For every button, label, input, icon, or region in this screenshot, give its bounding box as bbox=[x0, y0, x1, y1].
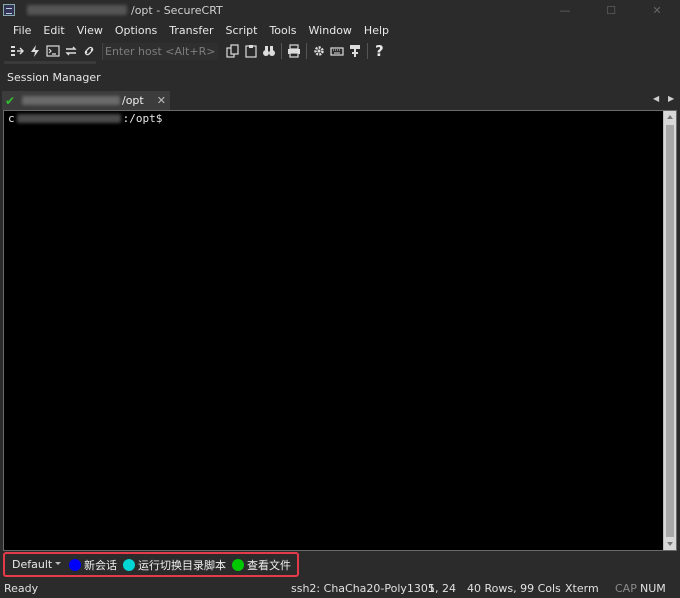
quick-connect-icon[interactable] bbox=[26, 42, 44, 60]
print-icon[interactable] bbox=[285, 42, 303, 60]
sftp-icon[interactable] bbox=[346, 42, 364, 60]
menu-window[interactable]: Window bbox=[303, 24, 358, 37]
button-bar: Default 新会话 运行切换目录脚本 查看文件 bbox=[3, 552, 299, 577]
close-button[interactable]: ✕ bbox=[634, 0, 680, 20]
menu-edit[interactable]: Edit bbox=[37, 24, 70, 37]
toolbar-grip[interactable] bbox=[4, 61, 96, 64]
status-terminal-size: 40 Rows, 99 Cols bbox=[467, 582, 561, 595]
toolbar-separator bbox=[306, 43, 307, 59]
session-manager-label[interactable]: Session Manager bbox=[7, 71, 101, 84]
chevron-down-icon bbox=[55, 562, 61, 565]
menu-options[interactable]: Options bbox=[109, 24, 163, 37]
terminal-prompt: c :/opt$ bbox=[8, 112, 162, 125]
tab-bar: ✔ /opt ✕ ◀ ▶ bbox=[0, 90, 680, 110]
run-cd-script-button[interactable]: 运行切换目录脚本 bbox=[123, 557, 226, 573]
redacted-session-name bbox=[27, 5, 127, 15]
status-ready: Ready bbox=[4, 582, 39, 595]
find-icon[interactable] bbox=[260, 42, 278, 60]
menu-transfer[interactable]: Transfer bbox=[163, 24, 219, 37]
minimize-button[interactable]: — bbox=[542, 0, 588, 20]
status-cursor-position: 1, 24 bbox=[428, 582, 456, 595]
scroll-up-arrow-icon[interactable] bbox=[667, 115, 673, 119]
cyan-circle-icon bbox=[123, 558, 135, 571]
status-cipher: ssh2: ChaCha20-Poly1305 bbox=[291, 582, 435, 595]
connected-check-icon: ✔ bbox=[5, 93, 16, 108]
menu-bar: File Edit View Options Transfer Script T… bbox=[0, 21, 395, 39]
securecrt-app-icon[interactable] bbox=[3, 4, 15, 16]
blue-circle-icon bbox=[69, 558, 81, 571]
settings-gear-icon[interactable] bbox=[310, 42, 328, 60]
window-title: /opt - SecureCRT bbox=[131, 3, 223, 17]
button-bar-selector[interactable]: Default bbox=[7, 555, 63, 574]
scroll-down-arrow-icon[interactable] bbox=[667, 542, 673, 546]
toolbar-separator bbox=[281, 43, 282, 59]
maximize-button[interactable]: ☐ bbox=[588, 0, 634, 20]
tab-label: /opt bbox=[122, 94, 144, 107]
keymap-icon[interactable] bbox=[328, 42, 346, 60]
new-session-button[interactable]: 新会话 bbox=[69, 557, 117, 573]
tab-scroll-left-icon[interactable]: ◀ bbox=[653, 94, 659, 103]
menu-file[interactable]: File bbox=[7, 24, 37, 37]
title-bar: /opt - SecureCRT — ☐ ✕ bbox=[0, 0, 680, 20]
redacted-tab-session-name bbox=[22, 96, 120, 105]
status-terminal-type: Xterm bbox=[565, 582, 599, 595]
prompt-path: :/opt$ bbox=[122, 112, 163, 125]
toolbar: Enter host <Alt+R> ? bbox=[0, 40, 680, 62]
view-file-button[interactable]: 查看文件 bbox=[232, 557, 291, 573]
green-circle-icon bbox=[232, 558, 244, 571]
scrollbar-thumb[interactable] bbox=[666, 125, 674, 537]
tab-scroll-right-icon[interactable]: ▶ bbox=[668, 94, 674, 103]
run-cd-script-label: 运行切换目录脚本 bbox=[138, 558, 226, 572]
disconnect-icon[interactable] bbox=[80, 42, 98, 60]
terminal-scrollbar[interactable] bbox=[663, 111, 676, 550]
new-session-label: 新会话 bbox=[84, 558, 117, 572]
menu-help[interactable]: Help bbox=[358, 24, 395, 37]
redacted-hostname bbox=[16, 114, 121, 123]
window-controls: — ☐ ✕ bbox=[542, 0, 680, 20]
view-file-label: 查看文件 bbox=[247, 558, 291, 572]
prompt-prefix: c bbox=[8, 112, 15, 125]
reconnect-icon[interactable] bbox=[62, 42, 80, 60]
tab-close-icon[interactable]: ✕ bbox=[157, 94, 166, 107]
copy-icon[interactable] bbox=[224, 42, 242, 60]
toolbar-separator bbox=[367, 43, 368, 59]
terminal-area[interactable]: c :/opt$ bbox=[3, 110, 677, 551]
status-bar: Ready ssh2: ChaCha20-Poly1305 1, 24 40 R… bbox=[0, 578, 680, 598]
connect-in-tab-icon[interactable] bbox=[44, 42, 62, 60]
connect-icon[interactable] bbox=[8, 42, 26, 60]
menu-view[interactable]: View bbox=[71, 24, 109, 37]
help-icon[interactable]: ? bbox=[375, 42, 384, 60]
status-caps-lock: CAP bbox=[615, 582, 637, 595]
paste-icon[interactable] bbox=[242, 42, 260, 60]
menu-tools[interactable]: Tools bbox=[263, 24, 302, 37]
status-num-lock: NUM bbox=[640, 582, 666, 595]
menu-script[interactable]: Script bbox=[220, 24, 264, 37]
session-tab[interactable]: ✔ /opt ✕ bbox=[2, 91, 170, 110]
button-bar-selector-label: Default bbox=[12, 558, 53, 571]
enter-host-input[interactable]: Enter host <Alt+R> bbox=[102, 42, 218, 60]
